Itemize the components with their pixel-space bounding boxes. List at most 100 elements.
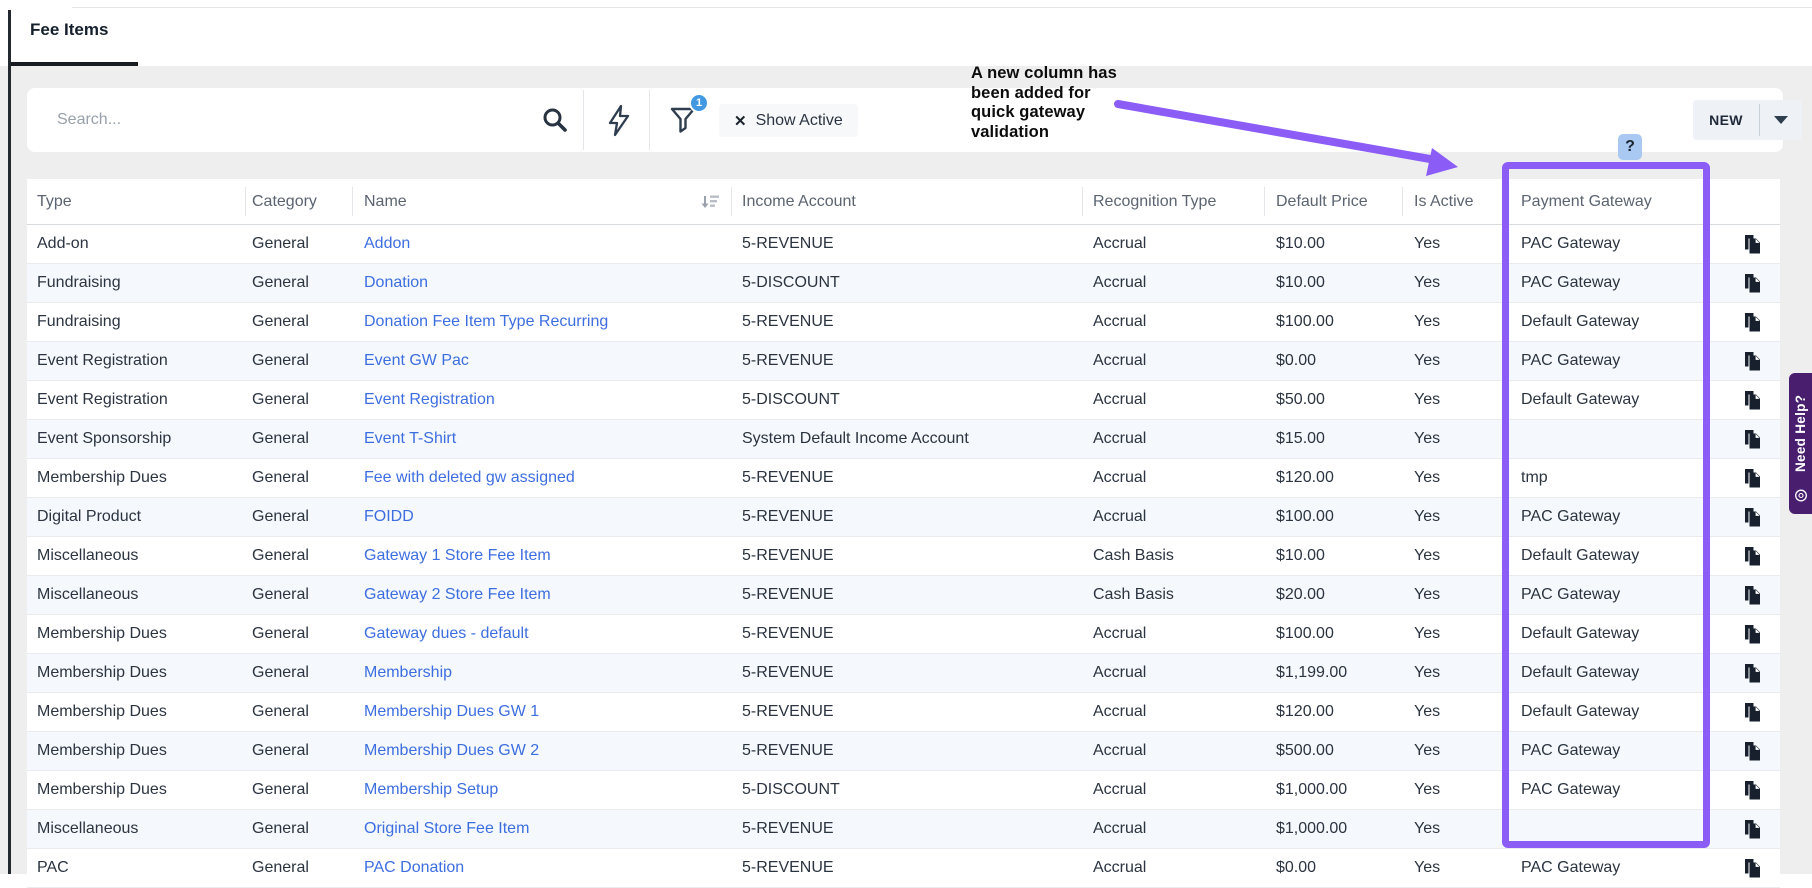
cell-type: PAC: [37, 859, 69, 876]
cell-name-link[interactable]: Membership Dues GW 1: [364, 703, 539, 721]
cell-name-link[interactable]: FOIDD: [364, 508, 414, 526]
filter-count-badge[interactable]: 1: [689, 93, 709, 113]
cell-name-link[interactable]: Event T-Shirt: [364, 430, 456, 448]
cell-type: Event Sponsorship: [37, 430, 172, 447]
cell-category: General: [252, 586, 309, 603]
copy-icon[interactable]: [1741, 701, 1763, 723]
cell-category: General: [252, 820, 309, 837]
tab-fee-items[interactable]: Fee Items: [30, 20, 108, 40]
table-row: Membership Dues General Membership Dues …: [27, 732, 1780, 771]
help-question-badge[interactable]: ?: [1618, 134, 1642, 160]
cell-name-link[interactable]: Membership: [364, 664, 452, 682]
table-row: Membership Dues General Membership 5-REV…: [27, 654, 1780, 693]
cell-name-link[interactable]: PAC Donation: [364, 859, 464, 877]
column-header-income-account[interactable]: Income Account: [742, 193, 856, 211]
new-dropdown-button[interactable]: [1760, 100, 1802, 140]
fee-items-table: Type Category Name Income Account Recogn…: [27, 179, 1780, 888]
cell-type: Miscellaneous: [37, 547, 139, 564]
cell-name-link[interactable]: Fee with deleted gw assigned: [364, 469, 575, 487]
copy-icon[interactable]: [1741, 818, 1763, 840]
copy-icon[interactable]: [1741, 662, 1763, 684]
copy-icon[interactable]: [1741, 311, 1763, 333]
cell-type: Membership Dues: [37, 469, 167, 486]
cell-income-account: 5-REVENUE: [742, 742, 834, 759]
cell-category: General: [252, 781, 309, 798]
cell-name-link[interactable]: Membership Setup: [364, 781, 498, 799]
cell-name-link[interactable]: Donation: [364, 274, 428, 292]
copy-icon[interactable]: [1741, 428, 1763, 450]
copy-icon[interactable]: [1741, 740, 1763, 762]
copy-icon[interactable]: [1741, 233, 1763, 255]
column-header-category[interactable]: Category: [252, 193, 317, 211]
copy-icon[interactable]: [1741, 545, 1763, 567]
copy-icon[interactable]: [1741, 857, 1763, 879]
cell-recognition-type: Cash Basis: [1093, 586, 1174, 603]
copy-icon[interactable]: [1741, 584, 1763, 606]
cell-category: General: [252, 859, 309, 876]
cell-type: Membership Dues: [37, 664, 167, 681]
cell-name-link[interactable]: Donation Fee Item Type Recurring: [364, 313, 608, 331]
copy-icon[interactable]: [1741, 506, 1763, 528]
copy-icon[interactable]: [1741, 272, 1763, 294]
cell-income-account: 5-REVENUE: [742, 352, 834, 369]
cell-name-link[interactable]: Gateway dues - default: [364, 625, 529, 643]
cell-income-account: 5-REVENUE: [742, 703, 834, 720]
sort-icon[interactable]: [700, 194, 720, 216]
column-header-type[interactable]: Type: [37, 193, 72, 211]
cell-category: General: [252, 352, 309, 369]
quick-actions-lightning-icon[interactable]: [606, 104, 632, 143]
cell-type: Fundraising: [37, 313, 121, 330]
tab-active-underline: [10, 62, 138, 66]
cell-recognition-type: Accrual: [1093, 742, 1147, 759]
cell-recognition-type: Accrual: [1093, 859, 1147, 876]
cell-category: General: [252, 313, 309, 330]
column-header-default-price[interactable]: Default Price: [1276, 193, 1368, 211]
cell-name-link[interactable]: Gateway 2 Store Fee Item: [364, 586, 551, 604]
cell-income-account: 5-REVENUE: [742, 664, 834, 681]
cell-is-active: Yes: [1414, 352, 1441, 369]
cell-default-price: $120.00: [1276, 703, 1334, 720]
copy-icon[interactable]: [1741, 467, 1763, 489]
copy-icon[interactable]: [1741, 350, 1763, 372]
cell-name-link[interactable]: Gateway 1 Store Fee Item: [364, 547, 551, 565]
clear-filter-x-icon[interactable]: ✕: [734, 112, 747, 130]
filter-chip-label: Show Active: [755, 111, 843, 129]
column-header-is-active[interactable]: Is Active: [1414, 193, 1474, 211]
new-button[interactable]: NEW: [1693, 100, 1759, 140]
cell-name-link[interactable]: Event Registration: [364, 391, 495, 409]
column-header-name[interactable]: Name: [364, 193, 407, 211]
cell-category: General: [252, 274, 309, 291]
table-row: Membership Dues General Membership Dues …: [27, 693, 1780, 732]
cell-payment-gateway: Default Gateway: [1521, 664, 1640, 681]
table-row: Membership Dues General Gateway dues - d…: [27, 615, 1780, 654]
cell-name-link[interactable]: Addon: [364, 235, 410, 253]
cell-default-price: $10.00: [1276, 274, 1325, 291]
column-header-payment-gateway[interactable]: Payment Gateway: [1521, 193, 1652, 211]
cell-is-active: Yes: [1414, 469, 1441, 486]
copy-icon[interactable]: [1741, 389, 1763, 411]
column-header-recognition-type[interactable]: Recognition Type: [1093, 193, 1216, 211]
search-input[interactable]: [57, 100, 517, 140]
cell-payment-gateway: PAC Gateway: [1521, 508, 1621, 525]
cell-name-link[interactable]: Event GW Pac: [364, 352, 469, 370]
need-help-tab[interactable]: Need Help?: [1789, 373, 1812, 514]
active-filter-chip[interactable]: ✕ Show Active: [719, 104, 858, 137]
search-icon[interactable]: [541, 106, 569, 139]
cell-income-account: 5-REVENUE: [742, 625, 834, 642]
cell-recognition-type: Accrual: [1093, 664, 1147, 681]
cell-name-link[interactable]: Original Store Fee Item: [364, 820, 529, 838]
cell-income-account: 5-REVENUE: [742, 469, 834, 486]
cell-payment-gateway: Default Gateway: [1521, 703, 1640, 720]
cell-name-link[interactable]: Membership Dues GW 2: [364, 742, 539, 760]
table-row: Membership Dues General Membership Setup…: [27, 771, 1780, 810]
cell-type: Event Registration: [37, 352, 168, 369]
window-top-border: [72, 7, 1812, 8]
cell-income-account: 5-REVENUE: [742, 313, 834, 330]
table-body: Add-on General Addon 5-REVENUE Accrual $…: [27, 225, 1780, 888]
copy-icon[interactable]: [1741, 623, 1763, 645]
cell-default-price: $50.00: [1276, 391, 1325, 408]
copy-icon[interactable]: [1741, 779, 1763, 801]
cell-type: Membership Dues: [37, 781, 167, 798]
cell-payment-gateway: PAC Gateway: [1521, 586, 1621, 603]
cell-is-active: Yes: [1414, 859, 1441, 876]
